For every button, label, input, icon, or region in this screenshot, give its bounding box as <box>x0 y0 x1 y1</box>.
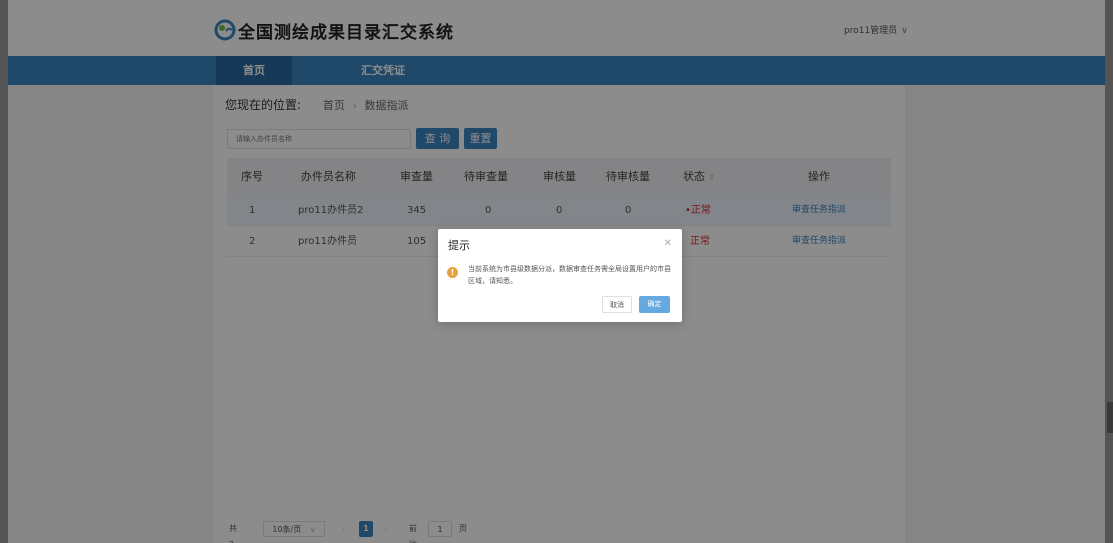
side-edge-tab[interactable] <box>1107 402 1113 433</box>
close-icon[interactable]: ✕ <box>664 238 672 249</box>
confirm-button[interactable]: 确定 <box>639 296 670 313</box>
cancel-button[interactable]: 取消 <box>602 296 632 313</box>
dialog-message: 当前系统为市县级数据分派，数据审查任务需全局设置用户的市县区域，请知悉。 <box>468 265 671 285</box>
warning-icon: ! <box>447 267 458 278</box>
dialog-title: 提示 <box>448 239 470 252</box>
alert-dialog: 提示 ✕ ! 当前系统为市县级数据分派，数据审查任务需全局设置用户的市县区域，请… <box>438 229 682 322</box>
